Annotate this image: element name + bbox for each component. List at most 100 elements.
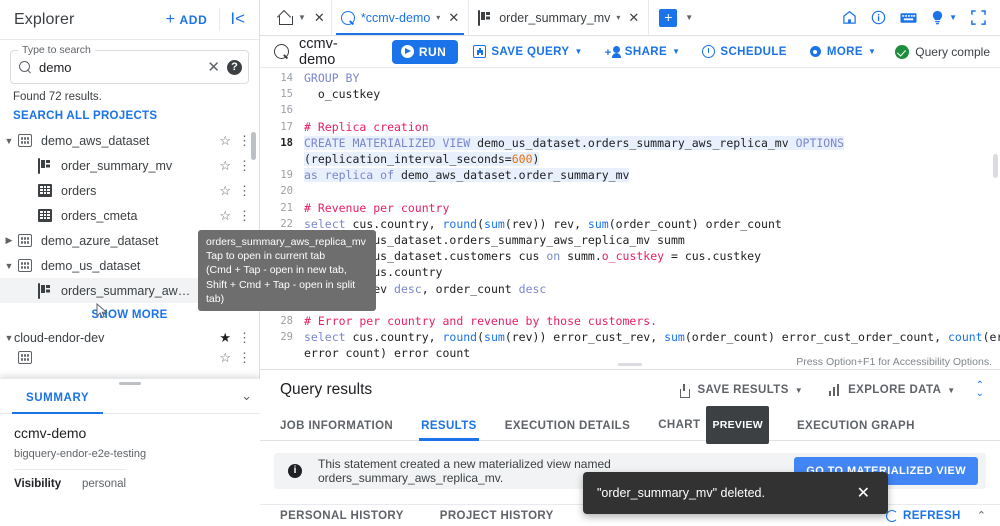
schedule-button[interactable]: SCHEDULE bbox=[695, 41, 793, 62]
line-number: 17 bbox=[280, 120, 293, 133]
more-options-icon[interactable]: ⋮ bbox=[236, 351, 253, 364]
tab-ccmvdemo[interactable]: *ccmv-demo ▾ ✕ bbox=[332, 0, 470, 35]
caret-icon[interactable]: ▼ bbox=[0, 136, 18, 146]
tab-execution-details[interactable]: EXECUTION DETAILS bbox=[491, 410, 644, 441]
line-text bbox=[304, 102, 1000, 118]
found-results-text: Found 72 results. bbox=[13, 91, 102, 103]
schedule-label: SCHEDULE bbox=[720, 45, 787, 58]
close-icon[interactable]: ✕ bbox=[853, 483, 874, 503]
share-button[interactable]: + SHARE ▼ bbox=[598, 42, 688, 62]
search-icon bbox=[19, 60, 32, 74]
line-text: from demo_us_dataset.orders_summary_aws_… bbox=[304, 233, 685, 248]
query-status-text: Query comple bbox=[915, 44, 990, 59]
tab-order_summary_mv[interactable]: order_summary_mv ▾ ✕ bbox=[469, 0, 650, 35]
close-icon[interactable]: ✕ bbox=[312, 10, 325, 26]
caret-icon[interactable]: ▼ bbox=[0, 261, 18, 271]
query-toolbar: ccmv-demo RUN SAVE QUERY ▼ + SHARE ▼ SCH… bbox=[260, 36, 1000, 68]
line-number bbox=[260, 151, 304, 167]
line-text: select cus.country, round(sum(rev)) erro… bbox=[304, 330, 1000, 345]
keyboard-icon[interactable] bbox=[900, 12, 917, 24]
refresh-button[interactable]: REFRESH bbox=[886, 509, 961, 522]
more-button[interactable]: MORE ▼ bbox=[802, 41, 883, 62]
add-button[interactable]: + ADD bbox=[160, 8, 214, 32]
expand-collapse-icon[interactable]: ⌃ ⌄ bbox=[976, 381, 984, 399]
panel-drag-handle[interactable] bbox=[119, 382, 141, 385]
lightbulb-icon[interactable]: ▼ bbox=[931, 10, 957, 25]
run-button[interactable]: RUN bbox=[391, 39, 459, 64]
collapse-panel-icon[interactable]: I< bbox=[219, 8, 253, 31]
chevron-down-icon[interactable]: ▾ bbox=[616, 13, 620, 22]
star-icon[interactable]: ★ bbox=[214, 330, 236, 346]
caret-icon[interactable]: ▶ bbox=[0, 235, 18, 246]
more-options-icon[interactable]: ⋮ bbox=[236, 159, 253, 172]
tree-row-project[interactable]: ▼ cloud-endor-dev ★ ⋮ bbox=[0, 325, 259, 350]
tab-results[interactable]: RESULTS bbox=[407, 410, 491, 441]
star-icon[interactable]: ☆ bbox=[214, 208, 236, 224]
summary-panel: SUMMARY ⌄ ccmv-demo bigquery-endor-e2e-t… bbox=[0, 378, 260, 526]
results-tabbar: JOB INFORMATION RESULTS EXECUTION DETAILS C… bbox=[260, 406, 1000, 444]
line-text bbox=[304, 297, 1000, 313]
editor-resize-handle[interactable] bbox=[618, 363, 642, 366]
home-icon[interactable] bbox=[842, 10, 857, 25]
chevron-up-icon[interactable]: ⌃ bbox=[977, 509, 986, 522]
tree-row-partial[interactable]: ☆ ⋮ bbox=[0, 350, 259, 366]
tree-row-orders_cmeta[interactable]: orders_cmeta ☆ ⋮ bbox=[0, 203, 259, 228]
tree-row-label: orders bbox=[61, 183, 97, 198]
more-options-icon[interactable]: ⋮ bbox=[236, 209, 253, 222]
new-tab-chevron-icon[interactable]: ▼ bbox=[685, 13, 693, 22]
close-icon[interactable]: ✕ bbox=[446, 10, 459, 26]
tab-chart[interactable]: CHART PREVIEW bbox=[644, 406, 783, 444]
line-text: CREATE MATERIALIZED VIEW demo_us_dataset… bbox=[304, 135, 845, 150]
info-icon[interactable] bbox=[871, 10, 886, 25]
save-results-button[interactable]: SAVE RESULTS ▼ bbox=[670, 380, 811, 401]
tree-row-orders[interactable]: orders ☆ ⋮ bbox=[0, 178, 259, 203]
chevron-down-icon[interactable]: ▼ bbox=[795, 386, 803, 395]
sql-editor[interactable]: 14 GROUP BY 15 o_custkey 16 17 # Replica crea… bbox=[260, 68, 1000, 370]
close-icon[interactable]: ✕ bbox=[626, 10, 639, 26]
save-query-button[interactable]: SAVE QUERY ▼ bbox=[466, 41, 589, 62]
star-icon[interactable]: ☆ bbox=[214, 158, 236, 174]
chevron-down-icon[interactable]: ▼ bbox=[574, 47, 582, 56]
materialized-view-icon bbox=[478, 9, 493, 26]
chevron-down-icon[interactable]: ⌄ bbox=[241, 388, 252, 404]
code-line: 18 CREATE MATERIALIZED VIEW demo_us_datas… bbox=[260, 135, 1000, 151]
tooltip-line-3: (Cmd + Tap - open in new tab, bbox=[206, 264, 347, 277]
tab-execution-graph[interactable]: EXECUTION GRAPH bbox=[783, 410, 929, 441]
tab-label: RESULTS bbox=[421, 419, 477, 432]
chevron-down-icon[interactable]: ▼ bbox=[298, 13, 306, 22]
line-number: 20 bbox=[280, 185, 293, 198]
more-options-icon[interactable]: ⋮ bbox=[236, 184, 253, 197]
tree-row-demo_aws_dataset[interactable]: ▼ demo_aws_dataset ☆ ⋮ bbox=[0, 128, 259, 153]
chevron-down-icon[interactable]: ▼ bbox=[672, 47, 680, 56]
code-line: 16 bbox=[260, 102, 1000, 118]
tab-job-information[interactable]: JOB INFORMATION bbox=[280, 410, 407, 441]
tab-personal-history[interactable]: PERSONAL HISTORY bbox=[280, 510, 404, 522]
explore-data-button[interactable]: EXPLORE DATA ▼ bbox=[821, 380, 964, 400]
line-number: 21 bbox=[280, 201, 293, 214]
tree-row-order_summary_mv[interactable]: order_summary_mv ☆ ⋮ bbox=[0, 153, 259, 178]
save-icon bbox=[473, 45, 487, 58]
fullscreen-icon[interactable] bbox=[971, 10, 986, 25]
star-icon[interactable]: ☆ bbox=[214, 350, 236, 366]
more-options-icon[interactable]: ⋮ bbox=[236, 134, 253, 147]
new-tab-button[interactable]: + bbox=[659, 8, 678, 27]
line-number: 28 bbox=[280, 315, 293, 328]
chevron-down-icon[interactable]: ▾ bbox=[436, 13, 440, 22]
chevron-down-icon[interactable]: ▼ bbox=[868, 47, 876, 56]
star-icon[interactable]: ☆ bbox=[214, 183, 236, 199]
help-icon[interactable]: ? bbox=[227, 59, 242, 75]
code-line: 19 as replica of demo_aws_dataset.order_s… bbox=[260, 167, 1000, 183]
explorer-title: Explorer bbox=[14, 10, 75, 28]
line-number: 19 bbox=[280, 169, 293, 182]
chevron-down-icon[interactable]: ▼ bbox=[947, 386, 955, 395]
clear-search-icon[interactable]: ✕ bbox=[200, 60, 227, 75]
tab-summary[interactable]: SUMMARY bbox=[12, 379, 104, 414]
editor-vertical-scrollbar[interactable] bbox=[993, 154, 998, 178]
code-line: 20 bbox=[260, 183, 1000, 199]
more-options-icon[interactable]: ⋮ bbox=[236, 331, 253, 344]
tab-home[interactable]: ▼ ✕ bbox=[268, 0, 332, 35]
search-all-projects-link[interactable]: SEARCH ALL PROJECTS bbox=[0, 103, 259, 128]
tab-project-history[interactable]: PROJECT HISTORY bbox=[440, 510, 554, 522]
star-icon[interactable]: ☆ bbox=[214, 133, 236, 149]
search-input[interactable]: Type to search demo ✕ ? bbox=[10, 44, 249, 84]
